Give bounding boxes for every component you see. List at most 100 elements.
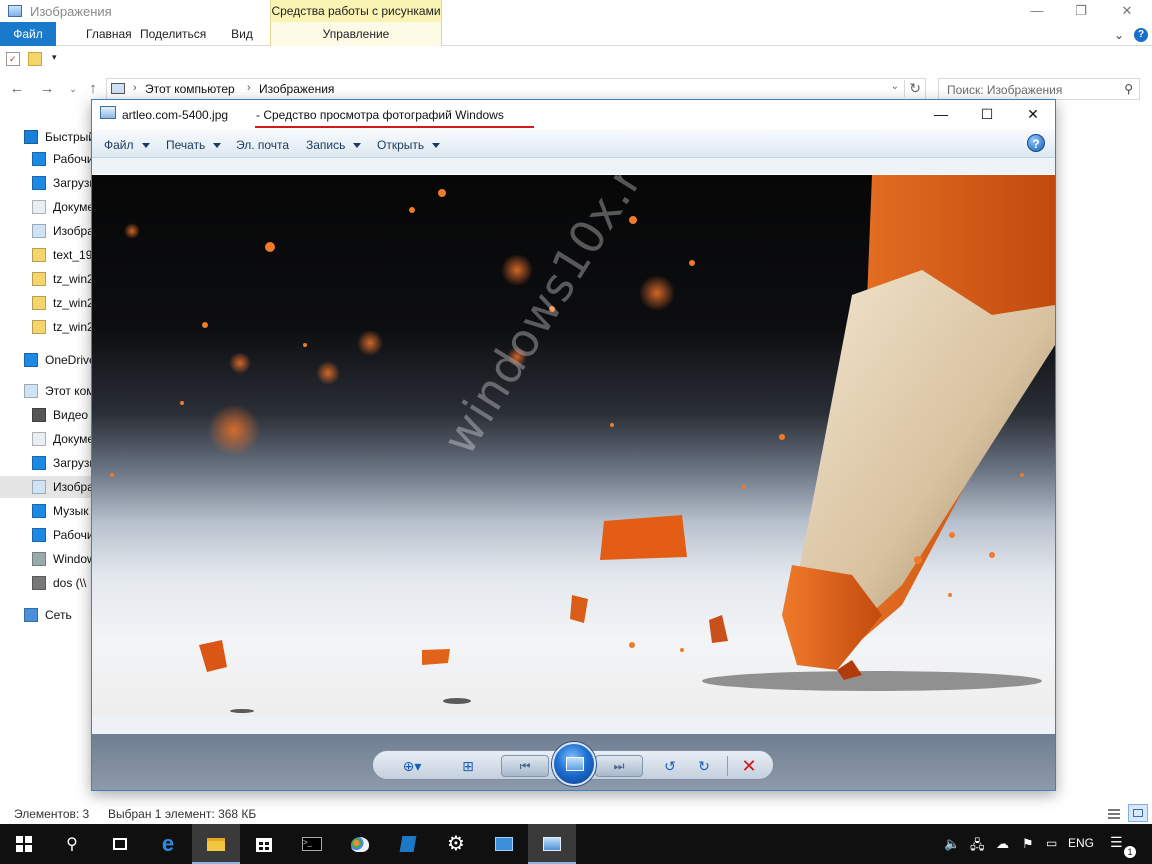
sidebar-item-label: OneDrive xyxy=(45,353,92,367)
search-taskbar-button[interactable]: ⚲ xyxy=(48,824,96,864)
control-panel-icon xyxy=(494,834,514,854)
menu-open[interactable]: Открыть xyxy=(377,138,441,152)
delete-icon[interactable]: ✕ xyxy=(737,755,761,777)
viewer-file-name: artleo.com-5400.jpg xyxy=(122,108,229,122)
sidebar-item[interactable]: tz_win2 xyxy=(0,292,92,314)
recent-locations-icon[interactable]: ⌄ xyxy=(64,80,82,98)
sidebar-item[interactable]: Рабочи xyxy=(0,524,92,546)
menu-print[interactable]: Печать xyxy=(166,138,222,152)
address-dropdown-icon[interactable]: ⌄ xyxy=(891,81,899,92)
large-icons-view-icon[interactable] xyxy=(1128,804,1148,822)
viewer-help-icon[interactable]: ? xyxy=(1027,134,1045,152)
sidebar-item-label: Видео xyxy=(53,408,89,422)
desktop-icon xyxy=(32,152,46,166)
settings-taskbar-button[interactable]: ⚙ xyxy=(432,824,480,864)
forward-arrow-icon[interactable]: → xyxy=(38,80,56,98)
up-arrow-icon[interactable]: ↑ xyxy=(84,80,102,98)
menu-email-label: Эл. почта xyxy=(236,138,290,152)
sidebar-item[interactable]: Рабочи xyxy=(0,148,92,170)
download-icon xyxy=(32,176,46,190)
sidebar-item[interactable]: Докумен xyxy=(0,196,92,218)
address-bar[interactable]: › Этот компьютер › Изображения ⌄ ↻ xyxy=(106,78,926,100)
back-arrow-icon[interactable]: ← xyxy=(8,80,26,98)
tab-manage-label: Управление xyxy=(322,27,390,41)
tab-view[interactable]: Вид xyxy=(230,22,254,46)
search-input[interactable]: Поиск: Изображения ⚲ xyxy=(938,78,1140,100)
menu-file[interactable]: Файл xyxy=(104,138,150,152)
network-drive-icon xyxy=(32,576,46,590)
breadcrumb-chevron-icon[interactable]: › xyxy=(133,82,137,94)
breadcrumb-chevron-icon[interactable]: › xyxy=(247,82,251,94)
tab-file[interactable]: Файл xyxy=(0,22,56,46)
download-icon xyxy=(32,456,46,470)
store-taskbar-button[interactable] xyxy=(240,824,288,864)
breadcrumb-this-pc[interactable]: Этот компьютер xyxy=(145,82,235,96)
sidebar-item[interactable]: Загрузк xyxy=(0,452,92,474)
refresh-icon[interactable]: ↻ xyxy=(904,80,921,97)
details-view-icon[interactable] xyxy=(1104,804,1124,822)
navigation-pane: Быстрый Рабочи Загрузк Докумен Изображ text_1… xyxy=(0,116,92,636)
sidebar-item[interactable]: tz_win2 xyxy=(0,268,92,290)
menu-burn-label: Запись xyxy=(306,138,346,152)
help-icon[interactable]: ? xyxy=(1134,28,1148,42)
sidebar-item[interactable]: Этот ком xyxy=(0,380,92,402)
sidebar-item-label: tz_win2 xyxy=(53,272,92,286)
menu-burn[interactable]: Запись xyxy=(306,138,362,152)
edge-taskbar-button[interactable]: e xyxy=(144,824,192,864)
onedrive-tray-icon[interactable]: ☁ xyxy=(996,836,1009,852)
language-indicator[interactable]: ENG xyxy=(1068,836,1094,850)
network-app-taskbar-button[interactable] xyxy=(384,824,432,864)
sidebar-item[interactable]: Window xyxy=(0,548,92,570)
slideshow-button[interactable] xyxy=(552,742,596,786)
sidebar-item[interactable]: text_19 xyxy=(0,244,92,266)
tab-manage[interactable]: Управление xyxy=(270,22,442,46)
tab-share[interactable]: Поделиться xyxy=(140,22,206,46)
cmd-taskbar-button[interactable]: >_ xyxy=(288,824,336,864)
sidebar-item[interactable]: Докумен xyxy=(0,428,92,450)
chevron-down-icon xyxy=(432,143,441,149)
zoom-icon[interactable]: ⊕▾ xyxy=(397,756,427,776)
sidebar-item[interactable]: Сеть xyxy=(0,604,92,626)
sidebar-item[interactable]: Изображ xyxy=(0,220,92,242)
properties-icon[interactable]: ✓ xyxy=(6,52,20,66)
rotate-right-icon[interactable]: ↻ xyxy=(689,756,719,776)
next-icon[interactable]: ⏭ xyxy=(595,755,643,777)
battery-tray-icon[interactable]: ▭ xyxy=(1046,836,1057,850)
sidebar-item[interactable]: Изобра xyxy=(0,476,92,498)
network-status-icon[interactable]: 🖧 xyxy=(970,836,985,858)
sidebar-item[interactable]: Быстрый xyxy=(0,126,92,148)
selection-info: Выбран 1 элемент: 368 КБ xyxy=(108,807,257,821)
tab-home[interactable]: Главная xyxy=(86,22,132,46)
customize-qat-icon[interactable]: ▾ xyxy=(52,52,66,66)
sidebar-item[interactable]: dos (\\ xyxy=(0,572,92,594)
menu-email[interactable]: Эл. почта xyxy=(236,138,289,152)
action-center-icon[interactable]: ☰ xyxy=(1110,834,1123,851)
folder-icon xyxy=(32,272,46,286)
photo-viewer-taskbar-button[interactable] xyxy=(528,824,576,864)
viewer-top-strip xyxy=(92,158,1055,174)
viewer-maximize-icon[interactable]: ☐ xyxy=(964,100,1010,128)
rotate-left-icon[interactable]: ↺ xyxy=(655,756,685,776)
volume-muted-icon[interactable]: 🔈 xyxy=(944,836,960,852)
actual-size-icon[interactable]: ⊞ xyxy=(453,756,483,776)
viewer-close-icon[interactable]: ✕ xyxy=(1010,100,1056,128)
breadcrumb-pictures[interactable]: Изображения xyxy=(259,82,334,96)
flag-tray-icon[interactable]: ⚑ xyxy=(1022,836,1034,852)
sidebar-item[interactable]: Видео xyxy=(0,404,92,426)
previous-icon[interactable]: ⏮ xyxy=(501,755,549,777)
paint-taskbar-button[interactable] xyxy=(336,824,384,864)
ribbon-expand-chevron-icon[interactable]: ⌄ xyxy=(1114,28,1124,42)
new-folder-icon[interactable] xyxy=(28,52,42,66)
start-button[interactable] xyxy=(0,824,48,864)
viewer-minimize-icon[interactable]: — xyxy=(918,100,964,128)
control-panel-taskbar-button[interactable] xyxy=(480,824,528,864)
task-view-button[interactable] xyxy=(96,824,144,864)
sidebar-item[interactable]: OneDrive xyxy=(0,349,92,371)
close-icon[interactable]: ✕ xyxy=(1104,0,1150,22)
minimize-icon[interactable]: — xyxy=(1014,0,1060,22)
sidebar-item[interactable]: tz_win2 xyxy=(0,316,92,338)
maximize-icon[interactable]: ❐ xyxy=(1058,0,1104,22)
sidebar-item[interactable]: Музык xyxy=(0,500,92,522)
sidebar-item[interactable]: Загрузк xyxy=(0,172,92,194)
explorer-taskbar-button[interactable] xyxy=(192,824,240,864)
